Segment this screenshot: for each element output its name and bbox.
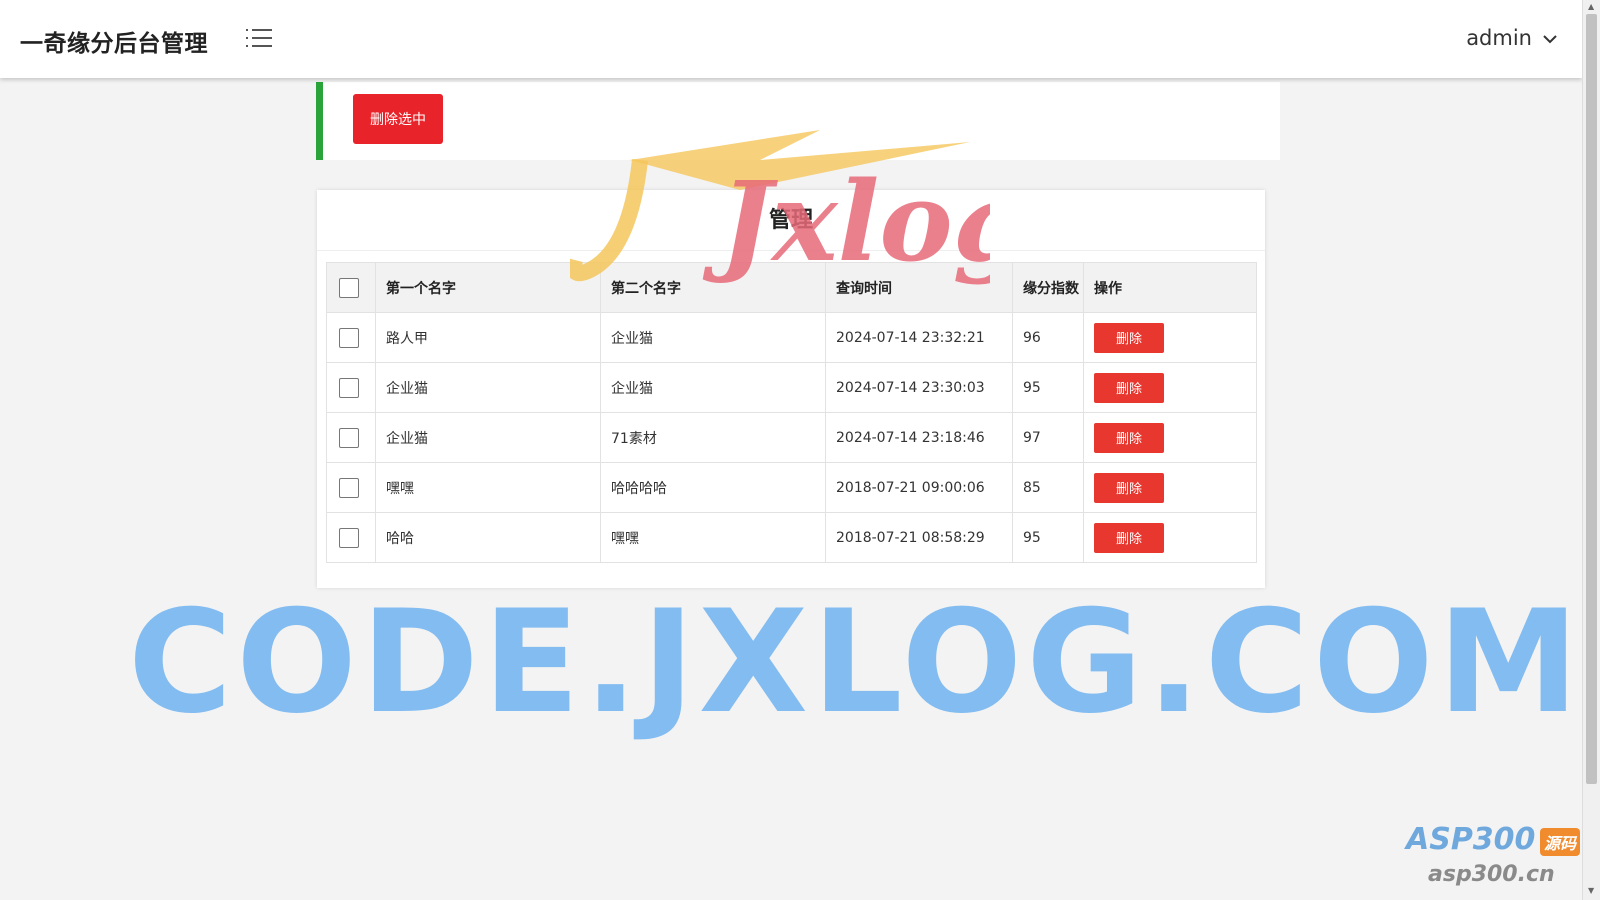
action-bar: 删除选中 xyxy=(316,82,1280,160)
row-delete-button[interactable]: 删除 xyxy=(1094,322,1164,353)
row-checkbox[interactable] xyxy=(339,327,359,348)
cell-score: 97 xyxy=(1012,412,1084,463)
page-scrollbar[interactable]: ▲ ▼ xyxy=(1582,0,1600,900)
select-all-checkbox[interactable] xyxy=(339,277,359,298)
cell-query-time: 2024-07-14 23:32:21 xyxy=(825,312,1013,363)
cell-second-name: 71素材 xyxy=(600,412,826,463)
table-row: 嘿嘿 哈哈哈哈 2018-07-21 09:00:06 85 删除 xyxy=(326,462,1257,513)
management-panel: 管理 第一个名字 第二个名字 查询时间 缘分指数 操作 路人甲 企业猫 2024… xyxy=(317,190,1265,588)
cell-second-name: 企业猫 xyxy=(600,362,826,413)
top-bar: 一奇缘分后台管理 admin xyxy=(0,0,1582,78)
header-second-name: 第二个名字 xyxy=(600,262,826,313)
header-first-name: 第一个名字 xyxy=(375,262,601,313)
code-site-watermark: CODE.JXLOG.COM xyxy=(128,580,1583,745)
scroll-up-icon[interactable]: ▲ xyxy=(1588,2,1594,11)
row-delete-button[interactable]: 删除 xyxy=(1094,422,1164,453)
row-delete-button[interactable]: 删除 xyxy=(1094,472,1164,503)
row-delete-button[interactable]: 删除 xyxy=(1094,522,1164,553)
row-delete-button[interactable]: 删除 xyxy=(1094,372,1164,403)
header-score: 缘分指数 xyxy=(1012,262,1084,313)
app-title: 一奇缘分后台管理 xyxy=(20,31,208,57)
cell-score: 85 xyxy=(1012,462,1084,513)
asp300-watermark: ASP300 源码 asp300.cn xyxy=(1406,822,1598,894)
cell-score: 95 xyxy=(1012,362,1084,413)
chevron-down-icon xyxy=(1542,26,1558,50)
cell-first-name: 路人甲 xyxy=(375,312,601,363)
scroll-down-icon[interactable]: ▼ xyxy=(1588,886,1594,895)
row-checkbox[interactable] xyxy=(339,377,359,398)
table-row: 企业猫 企业猫 2024-07-14 23:30:03 95 删除 xyxy=(326,362,1257,413)
header-action: 操作 xyxy=(1083,262,1257,313)
delete-selected-button[interactable]: 删除选中 xyxy=(353,94,443,144)
row-checkbox[interactable] xyxy=(339,477,359,498)
cell-query-time: 2024-07-14 23:30:03 xyxy=(825,362,1013,413)
asp300-url: asp300.cn xyxy=(1428,862,1555,887)
asp300-brand: ASP300 xyxy=(1406,822,1536,857)
panel-title: 管理 xyxy=(317,190,1265,251)
cell-score: 95 xyxy=(1012,512,1084,563)
header-query-time: 查询时间 xyxy=(825,262,1013,313)
cell-second-name: 企业猫 xyxy=(600,312,826,363)
cell-first-name: 哈哈 xyxy=(375,512,601,563)
cell-query-time: 2018-07-21 08:58:29 xyxy=(825,512,1013,563)
table-row: 哈哈 嘿嘿 2018-07-21 08:58:29 95 删除 xyxy=(326,512,1257,563)
cell-second-name: 嘿嘿 xyxy=(600,512,826,563)
table-header-row: 第一个名字 第二个名字 查询时间 缘分指数 操作 xyxy=(326,262,1257,313)
list-menu-icon[interactable] xyxy=(244,26,274,54)
table-row: 企业猫 71素材 2024-07-14 23:18:46 97 删除 xyxy=(326,412,1257,463)
cell-first-name: 企业猫 xyxy=(375,362,601,413)
user-name: admin xyxy=(1466,26,1532,50)
cell-first-name: 企业猫 xyxy=(375,412,601,463)
row-checkbox[interactable] xyxy=(339,427,359,448)
cell-query-time: 2024-07-14 23:18:46 xyxy=(825,412,1013,463)
cell-first-name: 嘿嘿 xyxy=(375,462,601,513)
cell-query-time: 2018-07-21 09:00:06 xyxy=(825,462,1013,513)
row-checkbox[interactable] xyxy=(339,527,359,548)
cell-score: 96 xyxy=(1012,312,1084,363)
user-menu[interactable]: admin xyxy=(1466,26,1558,50)
records-table: 第一个名字 第二个名字 查询时间 缘分指数 操作 路人甲 企业猫 2024-07… xyxy=(326,262,1257,563)
table-row: 路人甲 企业猫 2024-07-14 23:32:21 96 删除 xyxy=(326,312,1257,363)
scrollbar-thumb[interactable] xyxy=(1586,14,1597,784)
cell-second-name: 哈哈哈哈 xyxy=(600,462,826,513)
asp300-tag: 源码 xyxy=(1540,828,1581,856)
